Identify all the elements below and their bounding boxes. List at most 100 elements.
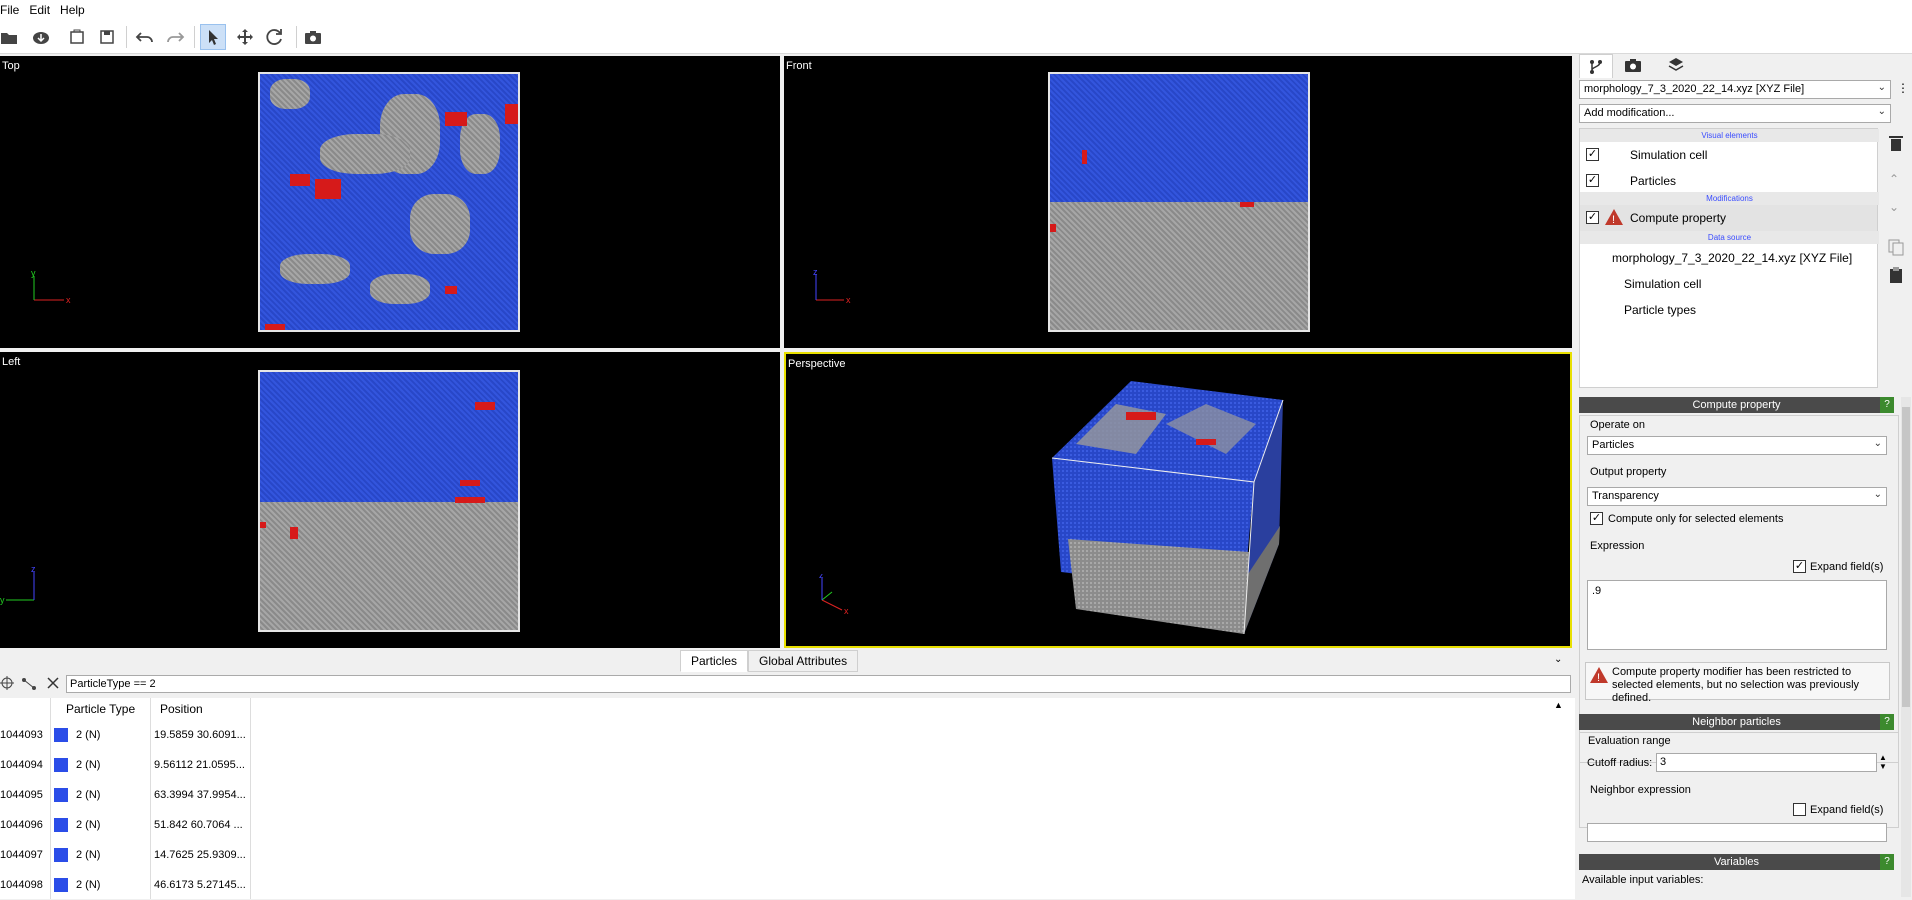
pipeline-item-simulation-cell[interactable]: Simulation cell: [1630, 148, 1707, 162]
pipeline-item-compute-property[interactable]: ✓ ! Compute property: [1580, 205, 1877, 231]
table-row[interactable]: 1044096 2 (N) 51.842 60.7064 ...: [0, 810, 250, 840]
tab-global-attributes[interactable]: Global Attributes: [748, 650, 859, 672]
expand-fields-label: Expand field(s): [1810, 561, 1884, 573]
layers-icon: [1668, 58, 1684, 71]
row-id: 1044098: [0, 879, 43, 891]
menu-file[interactable]: File: [0, 3, 29, 17]
axis-tripod: x z: [819, 574, 849, 616]
help-icon[interactable]: ?: [1880, 854, 1894, 870]
section-header: Modifications: [1580, 192, 1879, 205]
tab-render[interactable]: [1623, 56, 1643, 77]
load-session-icon[interactable]: [64, 24, 90, 50]
filter-expression-input[interactable]: [66, 675, 1571, 693]
row-id: 1044095: [0, 789, 43, 801]
output-property-label: Output property: [1590, 466, 1667, 478]
table-row[interactable]: 1044098 2 (N) 46.6173 5.27145...: [0, 870, 250, 900]
table-row[interactable]: 1044094 2 (N) 9.56112 21.0595...: [0, 750, 250, 780]
toolbar: [0, 20, 1912, 54]
column-header[interactable]: Particle Type: [66, 698, 135, 720]
viewport-left[interactable]: Left y z: [0, 352, 780, 648]
visibility-checkbox[interactable]: ✓: [1586, 174, 1599, 187]
filter-bar: [0, 672, 1575, 696]
axis-tripod: y z: [0, 564, 36, 605]
crosshair-icon[interactable]: [0, 676, 14, 690]
expand-fields-checkbox[interactable]: ✓: [1793, 560, 1806, 573]
paste-icon[interactable]: [1887, 266, 1905, 284]
move-up-icon[interactable]: ⌃: [1889, 172, 1899, 186]
only-selected-checkbox[interactable]: ✓: [1590, 512, 1603, 525]
screenshot-icon[interactable]: [300, 24, 326, 50]
copy-icon[interactable]: [1887, 238, 1905, 256]
color-swatch: [54, 788, 68, 802]
variables-header: Variables ?: [1579, 854, 1894, 870]
only-selected-label: Compute only for selected elements: [1608, 513, 1784, 525]
expression-input[interactable]: .9: [1587, 580, 1887, 650]
scroll-up-icon[interactable]: ▲: [1554, 700, 1563, 710]
table-row[interactable]: 1044095 2 (N) 63.3994 37.9954...: [0, 780, 250, 810]
warning-box: ! Compute property modifier has been res…: [1585, 662, 1890, 704]
column-header[interactable]: Position: [160, 698, 203, 720]
viewport-perspective[interactable]: Perspective x z: [784, 352, 1572, 648]
pipeline-item-data-source[interactable]: morphology_7_3_2020_22_14.xyz [XYZ File]: [1612, 251, 1852, 265]
neighbor-expression-input[interactable]: [1587, 823, 1887, 842]
download-icon[interactable]: [28, 24, 54, 50]
position: 51.842 60.7064 ...: [154, 819, 243, 831]
svg-text:z: z: [813, 270, 818, 277]
visibility-checkbox[interactable]: ✓: [1586, 148, 1599, 161]
enable-checkbox[interactable]: ✓: [1586, 211, 1599, 224]
pipeline-item-particle-types[interactable]: Particle types: [1624, 303, 1696, 317]
inspector-tabs: Particles Global Attributes: [680, 650, 859, 672]
svg-text:z: z: [819, 574, 824, 580]
row-id: 1044094: [0, 759, 43, 771]
viewport-top[interactable]: Top x y: [0, 56, 780, 348]
redo-icon[interactable]: [162, 24, 188, 50]
table-row[interactable]: 1044093 2 (N) 19.5859 30.6091...: [0, 720, 250, 750]
clear-filter-icon[interactable]: [47, 677, 59, 689]
compute-property-header: Compute property ?: [1579, 397, 1894, 413]
particle-type: 2 (N): [76, 819, 101, 831]
pan-mode-icon[interactable]: [232, 24, 258, 50]
vertical-scrollbar[interactable]: [1901, 397, 1911, 897]
color-swatch: [54, 758, 68, 772]
more-options-icon[interactable]: ⋮: [1897, 81, 1909, 95]
operate-on-select[interactable]: Particles ⌄: [1587, 436, 1887, 455]
position: 46.6173 5.27145...: [154, 879, 246, 891]
expand-fields-checkbox[interactable]: [1793, 803, 1806, 816]
output-property-select[interactable]: Transparency ⌄: [1587, 487, 1887, 506]
help-icon[interactable]: ?: [1880, 714, 1894, 730]
row-id: 1044096: [0, 819, 43, 831]
add-modification-select[interactable]: Add modification... ⌄: [1579, 104, 1891, 123]
svg-text:y: y: [31, 270, 36, 278]
collapse-icon[interactable]: ⌄: [1554, 654, 1562, 665]
particle-type: 2 (N): [76, 789, 101, 801]
spin-arrows-icon[interactable]: ▲ ▼: [1879, 753, 1887, 771]
viewport-title: Left: [2, 356, 21, 368]
delete-icon[interactable]: [1887, 134, 1905, 152]
cutoff-radius-input[interactable]: 3: [1656, 753, 1877, 772]
pipeline-source-select[interactable]: morphology_7_3_2020_22_14.xyz [XYZ File]…: [1579, 80, 1891, 99]
expand-fields-label: Expand field(s): [1810, 804, 1884, 816]
particle-type: 2 (N): [76, 729, 101, 741]
move-down-icon[interactable]: ⌄: [1889, 200, 1899, 214]
pipeline-item-simulation-cell-source[interactable]: Simulation cell: [1624, 277, 1701, 291]
simulation-cell-3d: [1051, 381, 1284, 635]
viewport-front[interactable]: Front x z: [784, 56, 1572, 348]
tab-particles[interactable]: Particles: [680, 650, 749, 672]
help-icon[interactable]: ?: [1880, 397, 1894, 413]
undo-icon[interactable]: [132, 24, 158, 50]
viewport-title: Front: [786, 60, 812, 72]
available-variables-label: Available input variables:: [1582, 874, 1704, 886]
menu-help[interactable]: Help: [60, 3, 95, 17]
tab-overlays[interactable]: [1667, 56, 1685, 77]
select-mode-icon[interactable]: [200, 24, 226, 50]
pipeline-item-particles[interactable]: Particles: [1630, 174, 1676, 188]
particle-type: 2 (N): [76, 759, 101, 771]
save-session-icon[interactable]: [94, 24, 120, 50]
table-row[interactable]: 1044097 2 (N) 14.7625 25.9309...: [0, 840, 250, 870]
operate-on-label: Operate on: [1590, 419, 1646, 431]
menu-edit[interactable]: Edit: [29, 3, 60, 17]
orbit-mode-icon[interactable]: [262, 24, 288, 50]
tab-pipeline[interactable]: [1579, 54, 1613, 78]
open-file-icon[interactable]: [0, 24, 22, 50]
measure-icon[interactable]: [21, 676, 37, 692]
